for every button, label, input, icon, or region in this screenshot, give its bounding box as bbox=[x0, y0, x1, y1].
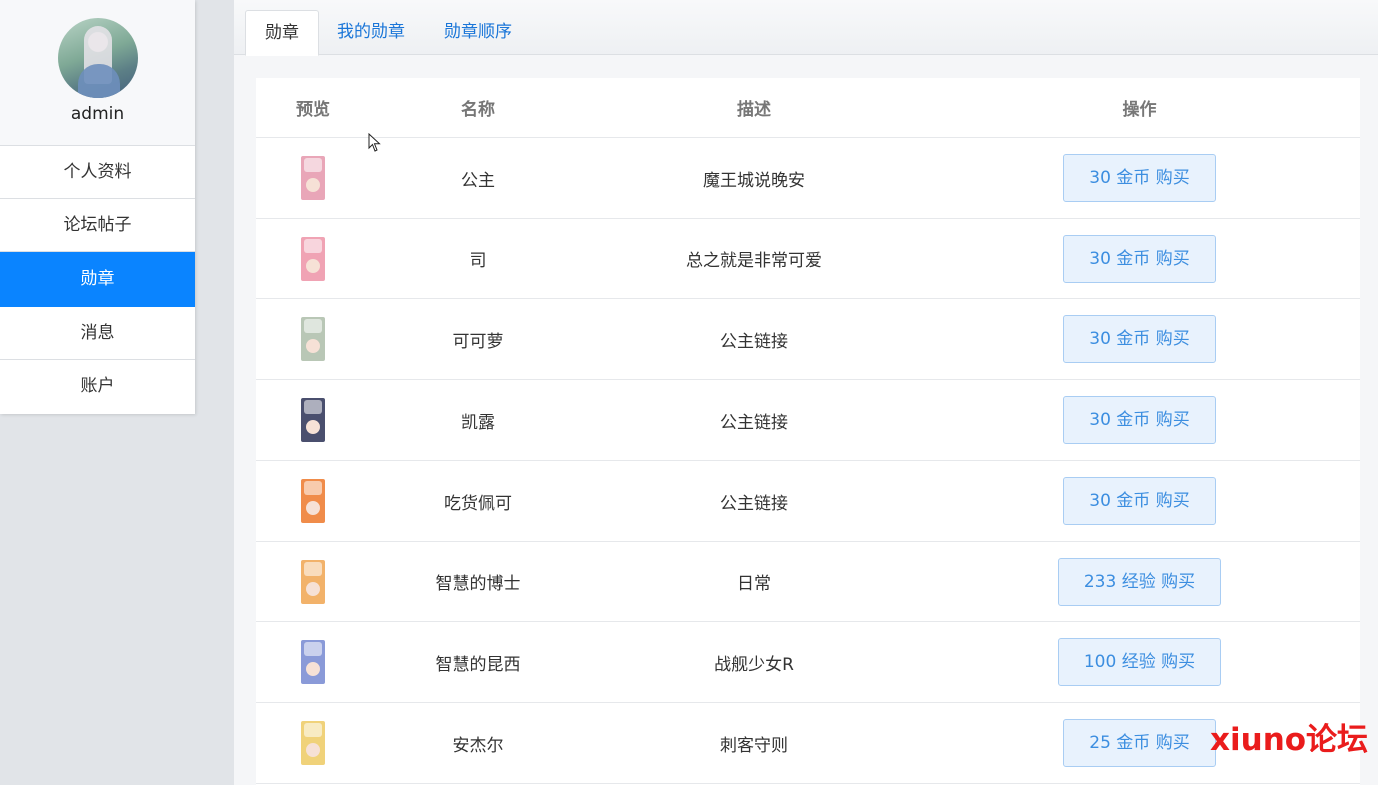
buy-button[interactable]: 233 经验 购买 bbox=[1057, 557, 1222, 606]
medal-thumbnail bbox=[301, 479, 325, 523]
table-row: 智慧的昆西 战舰少女R 100 经验 购买 bbox=[256, 622, 1360, 703]
medal-name: 安杰尔 bbox=[452, 735, 504, 756]
avatar[interactable] bbox=[57, 18, 138, 98]
medal-description: 日常 bbox=[737, 574, 771, 594]
table-row: 智慧的博士 日常 233 经验 购买 bbox=[256, 542, 1360, 622]
sidebar-item-medals[interactable]: 勋章 bbox=[0, 252, 195, 307]
medal-thumbnail bbox=[301, 156, 325, 200]
profile-card: admin bbox=[0, 0, 195, 146]
medal-thumbnail bbox=[301, 640, 325, 684]
sidebar-item-profile[interactable]: 个人资料 bbox=[0, 146, 195, 199]
table-row: 安杰尔 刺客守则 25 金币 购买 bbox=[256, 703, 1360, 784]
medal-thumbnail bbox=[301, 398, 325, 442]
tab-medal-order[interactable]: 勋章顺序 bbox=[425, 10, 531, 56]
buy-button[interactable]: 30 金币 购买 bbox=[1063, 477, 1216, 525]
table-row: 凯露 公主链接 30 金币 购买 bbox=[256, 380, 1360, 461]
sidebar-item-account[interactable]: 账户 bbox=[0, 360, 195, 413]
username[interactable]: admin bbox=[0, 104, 195, 124]
medal-thumbnail bbox=[301, 559, 325, 604]
table-row: 公主 魔王城说晚安 30 金币 购买 bbox=[256, 138, 1360, 219]
buy-button[interactable]: 100 经验 购买 bbox=[1057, 638, 1222, 686]
header-description: 描述 bbox=[737, 100, 771, 120]
sidebar-item-messages[interactable]: 消息 bbox=[0, 307, 195, 360]
table-row: 吃货佩可 公主链接 30 金币 购买 bbox=[256, 461, 1360, 542]
main-content: 勋章 我的勋章 勋章顺序 预览 名称 描述 操作 公主 魔王城说晚安 30 金币… bbox=[234, 0, 1378, 785]
medal-name: 司 bbox=[469, 251, 487, 271]
medal-description: 公主链接 bbox=[720, 493, 788, 514]
buy-button[interactable]: 30 金币 购买 bbox=[1063, 315, 1216, 363]
mouse-cursor-icon bbox=[368, 133, 381, 152]
table-row: 可可萝 公主链接 30 金币 购买 bbox=[256, 299, 1360, 380]
medal-name: 吃货佩可 bbox=[444, 493, 512, 514]
medal-description: 魔王城说晚安 bbox=[703, 170, 805, 191]
medal-description: 刺客守则 bbox=[720, 735, 788, 756]
watermark: xiuno论坛 bbox=[1210, 722, 1369, 758]
buy-button[interactable]: 30 金币 购买 bbox=[1063, 396, 1216, 444]
medal-name: 智慧的博士 bbox=[435, 574, 521, 594]
medal-description: 公主链接 bbox=[720, 331, 788, 352]
header-action: 操作 bbox=[1122, 100, 1157, 120]
medal-description: 公主链接 bbox=[720, 412, 788, 433]
buy-button[interactable]: 25 金币 购买 bbox=[1063, 719, 1216, 767]
tab-medals[interactable]: 勋章 bbox=[245, 10, 319, 56]
sidebar-item-posts[interactable]: 论坛帖子 bbox=[0, 199, 195, 252]
tab-my-medals[interactable]: 我的勋章 bbox=[318, 10, 424, 56]
medal-name: 凯露 bbox=[461, 412, 495, 433]
medal-thumbnail bbox=[301, 236, 325, 281]
medal-description: 战舰少女R bbox=[714, 654, 794, 675]
header-name: 名称 bbox=[461, 100, 495, 120]
medal-name: 智慧的昆西 bbox=[435, 654, 521, 675]
medal-thumbnail bbox=[301, 317, 325, 361]
tab-bar: 勋章 我的勋章 勋章顺序 bbox=[234, 0, 1378, 56]
sidebar: admin 个人资料 论坛帖子 勋章 消息 账户 bbox=[0, 0, 195, 414]
table-row: 司 总之就是非常可爱 30 金币 购买 bbox=[256, 219, 1360, 299]
medal-description: 总之就是非常可爱 bbox=[686, 251, 822, 271]
header-preview: 预览 bbox=[296, 100, 330, 120]
medal-table: 预览 名称 描述 操作 公主 魔王城说晚安 30 金币 购买 司 总之就是非常可… bbox=[256, 78, 1360, 785]
medal-name: 公主 bbox=[461, 170, 495, 191]
medal-thumbnail bbox=[301, 721, 325, 765]
table-header: 预览 名称 描述 操作 bbox=[256, 78, 1360, 138]
buy-button[interactable]: 30 金币 购买 bbox=[1063, 234, 1216, 283]
buy-button[interactable]: 30 金币 购买 bbox=[1063, 154, 1216, 202]
medal-name: 可可萝 bbox=[452, 331, 504, 352]
